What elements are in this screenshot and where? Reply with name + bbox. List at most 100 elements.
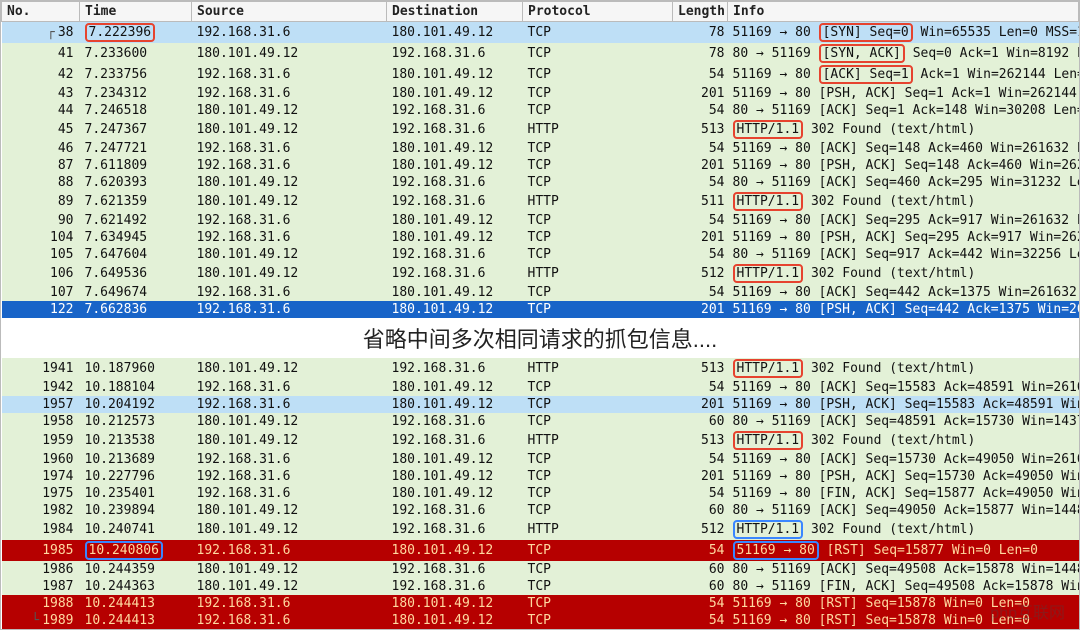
cell-source: 192.168.31.6 xyxy=(192,157,387,174)
cell-time: 10.244359 xyxy=(80,561,192,578)
cell-protocol: TCP xyxy=(523,540,673,561)
cell-protocol: TCP xyxy=(523,413,673,430)
cell-protocol: TCP xyxy=(523,229,673,246)
table-row[interactable]: ┌387.222396192.168.31.6180.101.49.12TCP7… xyxy=(2,22,1079,44)
cell-time: 7.649674 xyxy=(80,284,192,301)
cell-protocol: TCP xyxy=(523,140,673,157)
table-row[interactable]: 198510.240806192.168.31.6180.101.49.12TC… xyxy=(2,540,1079,561)
cell-time: 7.649536 xyxy=(80,263,192,284)
cell-destination: 180.101.49.12 xyxy=(387,85,523,102)
cell-info: 51169 → 80 [RST] Seq=15878 Win=0 Len=0 xyxy=(728,595,1079,612)
cell-info: HTTP/1.1 302 Found (text/html) xyxy=(728,519,1079,540)
cell-no: 1959 xyxy=(2,430,80,451)
table-row[interactable]: └198910.244413192.168.31.6180.101.49.12T… xyxy=(2,612,1079,629)
table-row[interactable]: 877.611809192.168.31.6180.101.49.12TCP20… xyxy=(2,157,1079,174)
cell-protocol: TCP xyxy=(523,157,673,174)
cell-no: 41 xyxy=(2,43,80,64)
cell-destination: 180.101.49.12 xyxy=(387,595,523,612)
cell-protocol: TCP xyxy=(523,246,673,263)
table-row[interactable]: 1227.662836192.168.31.6180.101.49.12TCP2… xyxy=(2,301,1079,318)
table-row[interactable]: 198810.244413192.168.31.6180.101.49.12TC… xyxy=(2,595,1079,612)
table-row[interactable]: 196010.213689192.168.31.6180.101.49.12TC… xyxy=(2,451,1079,468)
cell-protocol: TCP xyxy=(523,284,673,301)
table-row[interactable]: 1047.634945192.168.31.6180.101.49.12TCP2… xyxy=(2,229,1079,246)
cell-no: └1989 xyxy=(2,612,80,629)
table-row[interactable]: 1057.647604180.101.49.12192.168.31.6TCP5… xyxy=(2,246,1079,263)
col-dest[interactable]: Destination xyxy=(387,2,523,22)
table-row[interactable]: 198410.240741180.101.49.12192.168.31.6HT… xyxy=(2,519,1079,540)
table-row[interactable]: 1077.649674192.168.31.6180.101.49.12TCP5… xyxy=(2,284,1079,301)
table-row[interactable]: 467.247721192.168.31.6180.101.49.12TCP54… xyxy=(2,140,1079,157)
cell-source: 180.101.49.12 xyxy=(192,358,387,379)
cell-info: 51169 → 80 [ACK] Seq=442 Ack=1375 Win=26… xyxy=(728,284,1079,301)
col-no[interactable]: No. xyxy=(2,2,80,22)
table-row[interactable]: 897.621359180.101.49.12192.168.31.6HTTP5… xyxy=(2,191,1079,212)
cell-destination: 192.168.31.6 xyxy=(387,502,523,519)
cell-protocol: TCP xyxy=(523,595,673,612)
cell-protocol: TCP xyxy=(523,174,673,191)
cell-info: 51169 → 80 [PSH, ACK] Seq=1 Ack=1 Win=26… xyxy=(728,85,1079,102)
col-time[interactable]: Time xyxy=(80,2,192,22)
table-row[interactable]: 198610.244359180.101.49.12192.168.31.6TC… xyxy=(2,561,1079,578)
col-source[interactable]: Source xyxy=(192,2,387,22)
cell-destination: 180.101.49.12 xyxy=(387,451,523,468)
table-row[interactable]: 417.233600180.101.49.12192.168.31.6TCP78… xyxy=(2,43,1079,64)
col-protocol[interactable]: Protocol xyxy=(523,2,673,22)
cell-time: 7.634945 xyxy=(80,229,192,246)
cell-protocol: TCP xyxy=(523,85,673,102)
cell-destination: 180.101.49.12 xyxy=(387,157,523,174)
table-row[interactable]: 198210.239894180.101.49.12192.168.31.6TC… xyxy=(2,502,1079,519)
cell-info: 80 → 51169 [ACK] Seq=460 Ack=295 Win=312… xyxy=(728,174,1079,191)
table-row[interactable]: 427.233756192.168.31.6180.101.49.12TCP54… xyxy=(2,64,1079,85)
cell-protocol: TCP xyxy=(523,612,673,629)
cell-length: 201 xyxy=(673,396,728,413)
cell-destination: 192.168.31.6 xyxy=(387,358,523,379)
table-row[interactable]: 457.247367180.101.49.12192.168.31.6HTTP5… xyxy=(2,119,1079,140)
table-row[interactable]: 194110.187960180.101.49.12192.168.31.6HT… xyxy=(2,358,1079,379)
table-row[interactable]: 195810.212573180.101.49.12192.168.31.6TC… xyxy=(2,413,1079,430)
cell-time: 10.213689 xyxy=(80,451,192,468)
omitted-divider: 省略中间多次相同请求的抓包信息.... xyxy=(2,318,1079,358)
table-row[interactable]: 195710.204192192.168.31.6180.101.49.12TC… xyxy=(2,396,1079,413)
packet-table: No. Time Source Destination Protocol Len… xyxy=(1,1,1079,629)
cell-time: 10.235401 xyxy=(80,485,192,502)
cell-info: 51169 → 80 [PSH, ACK] Seq=15730 Ack=4905… xyxy=(728,468,1079,485)
table-row[interactable]: 447.246518180.101.49.12192.168.31.6TCP54… xyxy=(2,102,1079,119)
cell-no: 42 xyxy=(2,64,80,85)
cell-no: 46 xyxy=(2,140,80,157)
cell-destination: 192.168.31.6 xyxy=(387,174,523,191)
cell-length: 60 xyxy=(673,578,728,595)
cell-length: 201 xyxy=(673,301,728,318)
table-row[interactable]: 437.234312192.168.31.6180.101.49.12TCP20… xyxy=(2,85,1079,102)
cell-length: 54 xyxy=(673,540,728,561)
cell-info: HTTP/1.1 302 Found (text/html) xyxy=(728,430,1079,451)
cell-destination: 192.168.31.6 xyxy=(387,430,523,451)
col-info[interactable]: Info xyxy=(728,2,1079,22)
table-row[interactable]: 194210.188104192.168.31.6180.101.49.12TC… xyxy=(2,379,1079,396)
cell-destination: 180.101.49.12 xyxy=(387,485,523,502)
table-row[interactable]: 198710.244363180.101.49.12192.168.31.6TC… xyxy=(2,578,1079,595)
cell-length: 54 xyxy=(673,102,728,119)
cell-length: 54 xyxy=(673,485,728,502)
cell-source: 192.168.31.6 xyxy=(192,22,387,44)
cell-info: 80 → 51169 [ACK] Seq=917 Ack=442 Win=322… xyxy=(728,246,1079,263)
cell-destination: 192.168.31.6 xyxy=(387,519,523,540)
cell-protocol: TCP xyxy=(523,64,673,85)
cell-source: 180.101.49.12 xyxy=(192,174,387,191)
col-length[interactable]: Length xyxy=(673,2,728,22)
cell-length: 54 xyxy=(673,212,728,229)
cell-no: 1986 xyxy=(2,561,80,578)
table-row[interactable]: 195910.213538180.101.49.12192.168.31.6HT… xyxy=(2,430,1079,451)
cell-source: 192.168.31.6 xyxy=(192,85,387,102)
cell-time: 10.188104 xyxy=(80,379,192,396)
table-row[interactable]: 197410.227796192.168.31.6180.101.49.12TC… xyxy=(2,468,1079,485)
table-row[interactable]: 197510.235401192.168.31.6180.101.49.12TC… xyxy=(2,485,1079,502)
table-row[interactable]: 1067.649536180.101.49.12192.168.31.6HTTP… xyxy=(2,263,1079,284)
cell-no: ┌38 xyxy=(2,22,80,44)
cell-info: HTTP/1.1 302 Found (text/html) xyxy=(728,191,1079,212)
cell-length: 201 xyxy=(673,468,728,485)
cell-protocol: HTTP xyxy=(523,119,673,140)
table-row[interactable]: 907.621492192.168.31.6180.101.49.12TCP54… xyxy=(2,212,1079,229)
cell-time: 7.621359 xyxy=(80,191,192,212)
table-row[interactable]: 887.620393180.101.49.12192.168.31.6TCP54… xyxy=(2,174,1079,191)
